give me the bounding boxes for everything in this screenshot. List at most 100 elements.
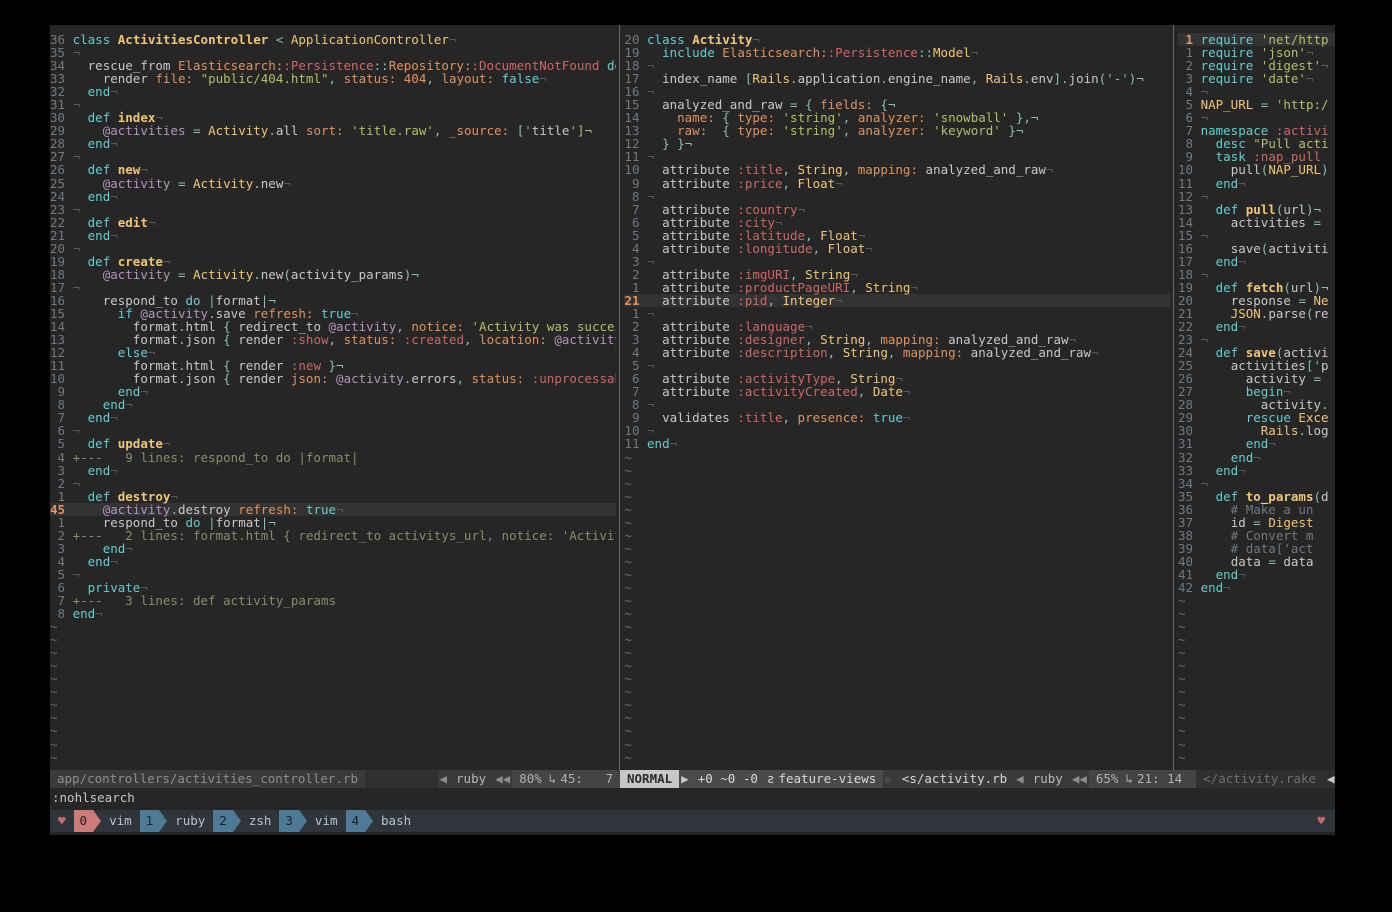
- tmux-window-vim-0[interactable]: 0 vim: [73, 810, 140, 832]
- empty-line: ~: [50, 751, 616, 764]
- line-text: attribute :description, String, mapping:…: [662, 345, 1099, 361]
- line-text: activities =: [1230, 214, 1322, 230]
- empty-line: ~: [624, 542, 1170, 555]
- empty-line: ~: [624, 503, 1170, 516]
- empty-line: ~: [1178, 711, 1335, 724]
- code-line[interactable]: 10 ¬: [624, 424, 1170, 437]
- arrow-left-triple-icon: ◀◀◀: [1323, 770, 1335, 788]
- line-text: raw: { type: 'string', analyzer: 'keywor…: [677, 123, 1024, 139]
- tmux-window-name: ruby: [175, 813, 206, 828]
- code-line[interactable]: 3 end¬: [50, 542, 616, 555]
- empty-line: ~: [50, 659, 616, 672]
- arrow-right-git-icon: ▶: [883, 770, 895, 788]
- code-line[interactable]: 29 @activities = Activity.all sort: 'tit…: [50, 124, 616, 137]
- empty-line: ~: [50, 672, 616, 685]
- code-line[interactable]: 8 end¬: [50, 398, 616, 411]
- vim-pane-container: 36 class ActivitiesController < Applicat…: [50, 25, 1335, 770]
- code-line[interactable]: 7 attribute :activityCreated, Date¬: [624, 385, 1170, 398]
- arrow-right-mode-icon: ▶: [679, 770, 691, 788]
- code-line[interactable]: 13 raw: { type: 'string', analyzer: 'key…: [624, 124, 1170, 137]
- code-line[interactable]: 36 class ActivitiesController < Applicat…: [50, 33, 616, 46]
- tmux-window-name: bash: [381, 813, 412, 828]
- code-line[interactable]: 9 attribute :price, Float¬: [624, 175, 1170, 191]
- code-line[interactable]: 9 validates :title, presence: true¬: [624, 411, 1170, 424]
- code-buffer-activity-model[interactable]: 20 class Activity¬ 19 include Elasticsear…: [624, 25, 1171, 770]
- empty-line: ~: [50, 724, 616, 737]
- code-line[interactable]: 3 end¬: [50, 464, 616, 477]
- empty-line: ~: [624, 555, 1170, 568]
- code-buffer-activity-rake[interactable]: 1 require 'net/http 1 require 'json'¬ 2 …: [1177, 25, 1335, 770]
- code-line[interactable]: 18 @activity = Activity.new(activity_par…: [50, 268, 616, 281]
- line-text: validates :title, presence: true¬: [662, 410, 911, 426]
- code-line[interactable]: 4 +--- 9 lines: respond_to do |format|: [50, 450, 616, 464]
- code-line[interactable]: 33 render file: "public/404.html", statu…: [50, 72, 616, 85]
- tmux-window-vim-3[interactable]: 3 vim: [279, 810, 345, 832]
- line-text: require 'date'¬: [1200, 71, 1314, 87]
- code-line[interactable]: 11 end¬: [624, 437, 1170, 450]
- code-line[interactable]: 42 end¬: [1178, 581, 1335, 594]
- empty-line: ~: [624, 464, 1170, 477]
- tmux-window-index: 2: [213, 810, 233, 832]
- tmux-window-arrow-icon: [298, 810, 307, 832]
- code-line[interactable]: 8 end¬: [50, 607, 616, 620]
- statusline-filename-mid: <s/activity.rb: [894, 770, 1015, 788]
- vim-pane-middle[interactable]: 20 class Activity¬ 19 include Elasticsear…: [624, 25, 1171, 770]
- code-line[interactable]: 19 include Elasticsearch::Persistence::M…: [624, 46, 1170, 59]
- code-line[interactable]: 4 attribute :description, String, mappin…: [624, 346, 1170, 359]
- tmux-window-index: 4: [345, 810, 366, 832]
- terminal-window: 36 class ActivitiesController < Applicat…: [50, 25, 1335, 835]
- code-line[interactable]: 9 end¬: [50, 385, 616, 398]
- tmux-window-zsh-2[interactable]: 2 zsh: [213, 810, 279, 832]
- code-line[interactable]: 7 end¬: [50, 411, 616, 424]
- code-line[interactable]: 22 def edit¬: [50, 216, 616, 229]
- line-text: +--- 2 lines: format.html { redirect_to …: [72, 527, 617, 543]
- tmux-window-name: zsh: [248, 813, 272, 828]
- tmux-window-index: 1: [139, 810, 160, 832]
- tmux-status-bar: ♥ 0 vim 1 ruby 2 zsh 3 vim 4 bash ♥: [50, 810, 1335, 832]
- code-line[interactable]: 7 +--- 3 lines: def activity_params: [50, 594, 616, 607]
- code-line[interactable]: 21 attribute :pid, Integer¬: [624, 294, 1171, 307]
- empty-line: ~: [624, 450, 1170, 464]
- vim-pane-right[interactable]: 1 require 'net/http 1 require 'json'¬ 2 …: [1177, 25, 1335, 770]
- code-line[interactable]: 17 index_name [Rails.application.engine_…: [624, 72, 1170, 85]
- vim-pane-left[interactable]: 36 class ActivitiesController < Applicat…: [50, 25, 617, 770]
- empty-line: ~: [1178, 751, 1335, 764]
- empty-line: ~: [624, 646, 1170, 659]
- empty-line: ~: [50, 711, 616, 724]
- code-line[interactable]: 28 end¬: [50, 137, 616, 150]
- vim-command-line[interactable]: :nohlsearch: [50, 788, 1335, 808]
- tmux-window-ruby-1[interactable]: 1 ruby: [139, 810, 214, 832]
- empty-line: ~: [1178, 724, 1335, 737]
- tmux-session-heart-icon: ♥: [58, 813, 66, 828]
- tmux-window-bash-4[interactable]: 4 bash: [345, 810, 420, 832]
- line-text: class ActivitiesController < Application…: [72, 32, 457, 47]
- code-line[interactable]: 24 end¬: [50, 190, 616, 203]
- empty-line: ~: [50, 685, 616, 698]
- empty-line: ~: [50, 646, 616, 659]
- code-line[interactable]: 32 end¬: [50, 85, 616, 98]
- empty-line: ~: [624, 659, 1170, 672]
- pane-separator-1: [616, 25, 625, 770]
- line-text: index_name [Rails.application.engine_nam…: [662, 71, 1144, 87]
- empty-line: ~: [50, 633, 616, 646]
- empty-line: ~: [1178, 685, 1335, 698]
- code-line[interactable]: 4 attribute :longitude, Float¬: [624, 242, 1170, 255]
- code-line[interactable]: 2 +--- 2 lines: format.html { redirect_t…: [50, 527, 617, 543]
- tilde-marker: ~: [50, 749, 58, 765]
- tmux-window-index: 3: [279, 810, 299, 832]
- empty-line: ~: [1178, 672, 1335, 685]
- empty-line: ~: [1178, 646, 1335, 659]
- tmux-window-name: vim: [314, 813, 338, 828]
- empty-line: ~: [1178, 620, 1335, 633]
- empty-line: ~: [50, 620, 616, 633]
- arrow-left-double-mid-icon: ◀◀: [1069, 770, 1089, 788]
- line-text: @activity = Activity.new(activity_params…: [102, 266, 419, 282]
- code-line[interactable]: 25 @activity = Activity.new¬: [50, 176, 616, 190]
- empty-line: ~: [624, 620, 1170, 633]
- code-line[interactable]: 12 } }¬: [624, 137, 1170, 150]
- code-line[interactable]: 4 end¬: [50, 555, 616, 568]
- tmux-window-list[interactable]: ♥ 0 vim 1 ruby 2 zsh 3 vim 4 bash: [50, 810, 1317, 832]
- line-text: attribute :price, Float¬: [662, 175, 843, 191]
- code-line[interactable]: 21 end¬: [50, 229, 616, 242]
- code-buffer-activities-controller[interactable]: 36 class ActivitiesController < Applicat…: [50, 25, 617, 770]
